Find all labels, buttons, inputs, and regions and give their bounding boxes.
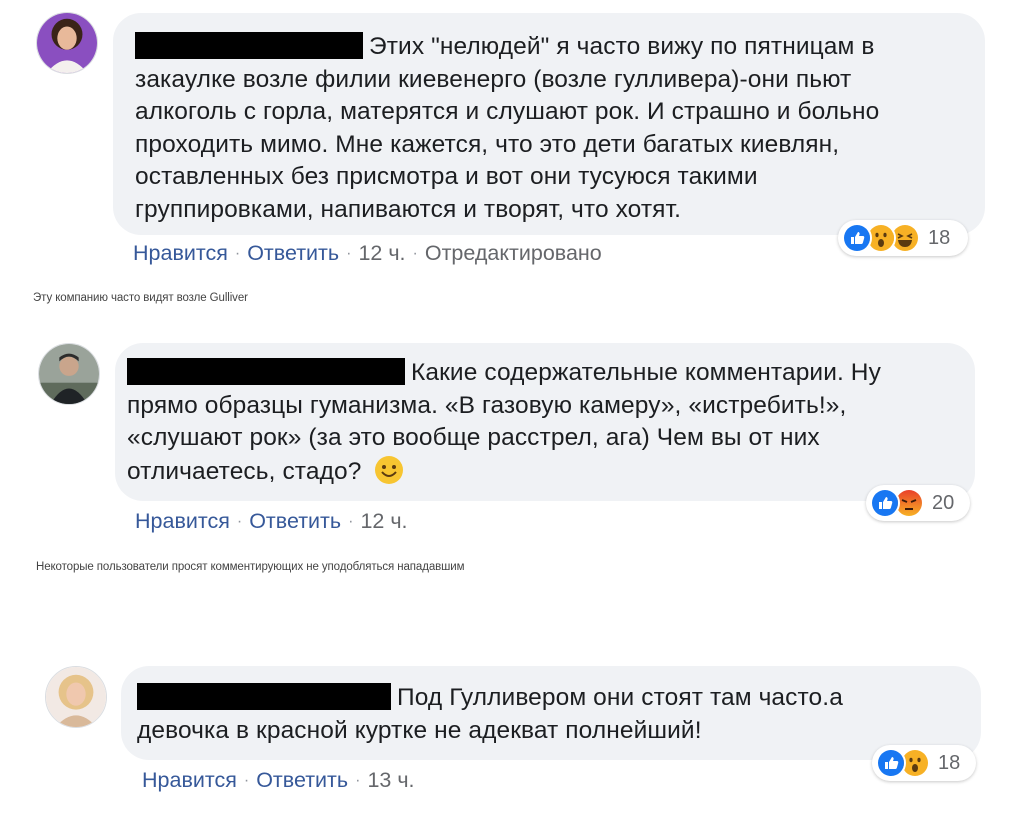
reaction-summary[interactable]: 18 xyxy=(872,745,976,781)
reply-button[interactable]: Ответить xyxy=(256,768,348,792)
avatar[interactable] xyxy=(36,12,98,74)
comment-text-line: закаулке возле филии киевенерго (возле г… xyxy=(135,65,852,93)
avatar-photo-icon xyxy=(39,344,99,404)
comment-bubble: Какие содержательные комментарии. Ну пря… xyxy=(115,343,975,501)
comment-text-line: Какие содержательные комментарии. Ну xyxy=(411,359,881,386)
separator-dot: · xyxy=(348,513,354,530)
like-icon xyxy=(842,223,872,253)
avatar-photo-icon xyxy=(37,13,97,73)
reply-button[interactable]: Ответить xyxy=(249,509,341,533)
comment-time[interactable]: 12 ч. xyxy=(360,509,407,533)
comment-bubble: Этих "нелюдей" я часто вижу по пятницам … xyxy=(113,13,985,235)
reaction-count: 18 xyxy=(928,226,951,249)
separator-dot: · xyxy=(412,245,418,262)
comment-text-line: «слушают рок» (за это вообще расстрел, а… xyxy=(127,424,820,451)
separator-dot: · xyxy=(355,772,361,789)
comment-time[interactable]: 12 ч. xyxy=(358,241,405,265)
reaction-summary[interactable]: 20 xyxy=(866,485,970,521)
separator-dot: · xyxy=(236,513,243,530)
comment-bubble: Под Гулливером они стоят там часто.а дев… xyxy=(121,666,981,760)
like-icon xyxy=(876,748,906,778)
comment-text-line: девочка в красной куртке не адекват полн… xyxy=(137,716,702,744)
like-icon xyxy=(870,488,900,518)
comment-text: Этих "нелюдей" я часто вижу по пятницам … xyxy=(135,31,965,226)
comment-text-line: проходить мимо. Мне кажется, что это дет… xyxy=(135,130,840,158)
reaction-count: 20 xyxy=(932,491,955,514)
avatar[interactable] xyxy=(45,666,107,728)
comment-actions: Нравится · Ответить · 12 ч. · Отредактировано xyxy=(133,241,602,266)
reaction-summary[interactable]: 18 xyxy=(838,220,968,256)
reaction-count: 18 xyxy=(938,751,961,774)
redacted-author-name xyxy=(137,683,391,710)
edited-label[interactable]: Отредактировано xyxy=(425,241,602,265)
reply-button[interactable]: Ответить xyxy=(247,241,339,265)
comment-time[interactable]: 13 ч. xyxy=(367,768,414,792)
comment-text-line: Под Гулливером они стоят там часто.а xyxy=(397,684,843,711)
caption-text: Некоторые пользователи просят комментиру… xyxy=(36,561,465,573)
comment-text-line: Этих "нелюдей" я часто вижу по пятницам … xyxy=(369,33,875,60)
comment-text-line: алкоголь с горла, матерятся и слушают ро… xyxy=(135,98,880,125)
caption-text: Эту компанию часто видят возле Gulliver xyxy=(33,292,248,304)
comment-text-line: прямо образцы гуманизма. «В газовую каме… xyxy=(127,391,847,419)
separator-dot: · xyxy=(346,245,352,262)
smile-emoji-icon xyxy=(374,455,404,485)
like-button[interactable]: Нравится xyxy=(142,768,237,792)
comment-text: Какие содержательные комментарии. Ну пря… xyxy=(127,357,955,488)
redacted-author-name xyxy=(135,32,363,59)
like-button[interactable]: Нравится xyxy=(133,241,228,265)
comment-text-line: группировками, напиваются и творят, что … xyxy=(135,195,682,223)
redacted-author-name xyxy=(127,358,405,385)
comment-actions: Нравится · Ответить · 13 ч. xyxy=(142,768,415,793)
comment-actions: Нравится · Ответить · 12 ч. xyxy=(135,509,408,534)
avatar[interactable] xyxy=(38,343,100,405)
avatar-photo-icon xyxy=(46,667,106,727)
separator-dot: · xyxy=(234,245,241,262)
like-button[interactable]: Нравится xyxy=(135,509,230,533)
comment-text: Под Гулливером они стоят там часто.а дев… xyxy=(137,682,961,747)
comment-text-line: оставленных без присмотра и вот они тусу… xyxy=(135,163,758,190)
separator-dot: · xyxy=(243,772,250,789)
comment-text-line: отличаетесь, стадо? xyxy=(127,457,362,485)
